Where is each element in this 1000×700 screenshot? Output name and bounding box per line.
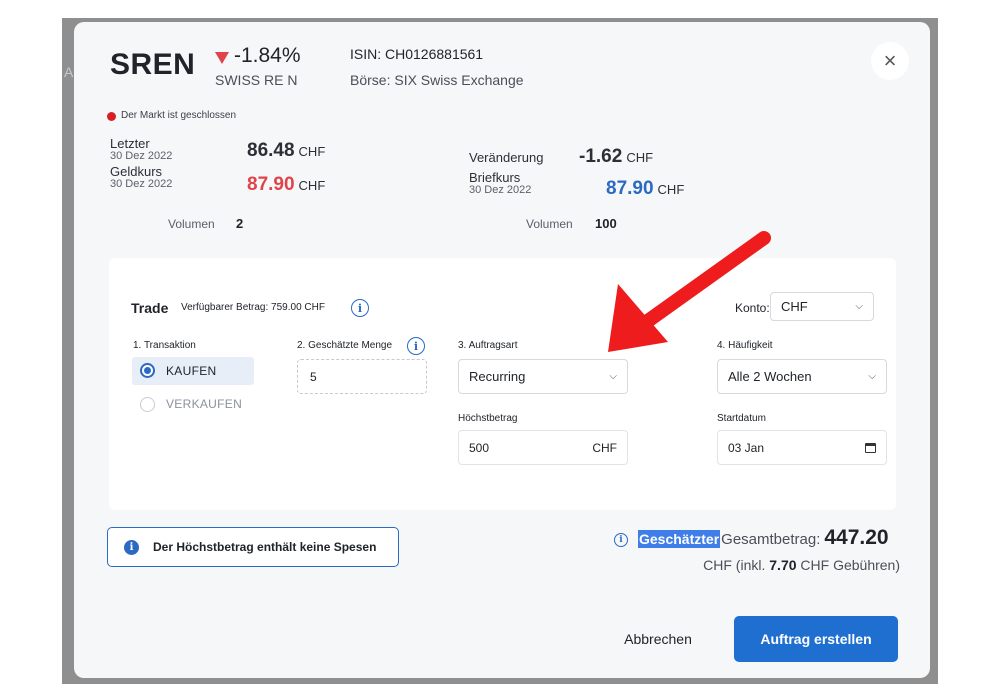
quantity-info-icon[interactable]: i — [407, 337, 425, 355]
isin-label: ISIN: CH0126881561 — [350, 46, 484, 62]
change-label: Veränderung — [469, 150, 544, 165]
annotation-arrow-icon — [608, 231, 771, 352]
market-closed-dot-icon — [107, 112, 116, 121]
change-abs-currency: CHF — [626, 150, 654, 165]
fees-line: CHF (inkl. 7.70 CHF Gebühren) — [634, 557, 900, 573]
estimated-total: i Geschätzter Gesamtbetrag: 447.20 — [614, 526, 889, 550]
start-date-value: 03 Jan — [728, 440, 765, 455]
last-date: 30 Dez 2022 — [110, 150, 173, 162]
quantity-label: 2. Geschätzte Menge — [297, 340, 393, 351]
ask-block: Briefkurs 30 Dez 2022 — [469, 171, 531, 196]
bid-price-currency: CHF — [298, 178, 326, 193]
frequency-value: Alle 2 Wochen — [728, 369, 812, 384]
last-price-value: 86.48 — [247, 140, 295, 161]
max-amount-currency: CHF — [592, 440, 617, 455]
ask-volume-label: Volumen — [526, 217, 573, 231]
background-text: A — [64, 64, 74, 80]
bid-date: 30 Dez 2022 — [110, 178, 173, 190]
security-name: SWISS RE N — [215, 72, 298, 88]
max-amount-notice: i Der Höchstbetrag enthält keine Spesen — [107, 527, 399, 567]
annotation-arrow-shaft — [631, 231, 771, 335]
change-abs-value: -1.62 — [579, 146, 623, 167]
last-price: 86.48 CHF — [247, 140, 325, 162]
transaction-label: 1. Transaktion — [133, 340, 196, 351]
max-amount-input[interactable]: 500 CHF — [458, 430, 628, 465]
chevron-down-icon: ⌵ — [609, 371, 617, 382]
fees-suffix: CHF Gebühren) — [800, 557, 900, 573]
close-icon: × — [883, 48, 897, 73]
notice-text: Der Höchstbetrag enthält keine Spesen — [153, 540, 377, 554]
sell-radio[interactable] — [140, 397, 155, 412]
order-modal: SREN -1.84% SWISS RE N ISIN: CH012688156… — [74, 22, 930, 678]
chevron-down-icon: ⌵ — [855, 301, 863, 312]
ask-price: 87.90 CHF — [606, 178, 684, 200]
chevron-down-icon: ⌵ — [868, 371, 876, 382]
trade-title: Trade — [131, 300, 169, 316]
ask-label: Briefkurs — [469, 170, 521, 185]
order-type-label: 3. Auftragsart — [458, 340, 518, 351]
total-label: Gesamtbetrag: — [721, 531, 821, 548]
ask-price-currency: CHF — [657, 182, 685, 197]
bid-block: Geldkurs 30 Dez 2022 — [110, 165, 172, 190]
change-percent: -1.84% — [234, 44, 301, 67]
ask-price-value: 87.90 — [606, 178, 654, 199]
start-date-input[interactable]: 03 Jan — [717, 430, 887, 465]
bid-price-value: 87.90 — [247, 174, 295, 195]
info-icon: i — [124, 539, 139, 555]
market-status: Der Markt ist geschlossen — [121, 110, 237, 121]
max-amount-label: Höchstbetrag — [458, 413, 518, 424]
ask-date: 30 Dez 2022 — [469, 184, 532, 196]
calendar-icon[interactable] — [865, 442, 876, 453]
total-info-icon[interactable]: i — [614, 533, 628, 547]
order-type-value: Recurring — [469, 369, 526, 384]
sell-label: VERKAUFEN — [166, 397, 243, 411]
order-type-select[interactable]: Recurring ⌵ — [458, 359, 628, 394]
bid-volume: 2 — [236, 216, 244, 231]
last-label: Letzter — [110, 136, 150, 151]
last-price-currency: CHF — [298, 144, 326, 159]
bid-price: 87.90 CHF — [247, 174, 325, 196]
max-amount-value: 500 — [469, 440, 490, 455]
frequency-select[interactable]: Alle 2 Wochen ⌵ — [717, 359, 887, 394]
create-order-button[interactable]: Auftrag erstellen — [734, 616, 898, 662]
buy-label: KAUFEN — [166, 364, 217, 378]
available-info-icon[interactable]: i — [351, 299, 369, 317]
buy-radio[interactable] — [140, 363, 155, 378]
close-button[interactable]: × — [871, 42, 909, 80]
bid-volume-label: Volumen — [168, 217, 215, 231]
ticker-symbol: SREN — [110, 48, 196, 81]
fees-prefix: CHF (inkl. — [703, 557, 766, 573]
konto-value: CHF — [781, 299, 808, 314]
change-abs: -1.62 CHF — [579, 146, 653, 168]
available-amount: Verfügbarer Betrag: 759.00 CHF — [181, 302, 325, 313]
quantity-input[interactable]: 5 — [297, 359, 427, 394]
total-highlight: Geschätzter — [638, 530, 721, 548]
cancel-button[interactable]: Abbrechen — [610, 619, 706, 659]
last-price-block: Letzter 30 Dez 2022 — [110, 137, 172, 162]
fees-value: 7.70 — [769, 557, 797, 573]
start-date-label: Startdatum — [717, 413, 766, 424]
konto-select[interactable]: CHF ⌵ — [770, 292, 874, 321]
bid-label: Geldkurs — [110, 164, 163, 179]
down-arrow-icon — [215, 52, 229, 64]
total-value: 447.20 — [824, 526, 889, 549]
exchange-label: Börse: SIX Swiss Exchange — [350, 72, 524, 88]
